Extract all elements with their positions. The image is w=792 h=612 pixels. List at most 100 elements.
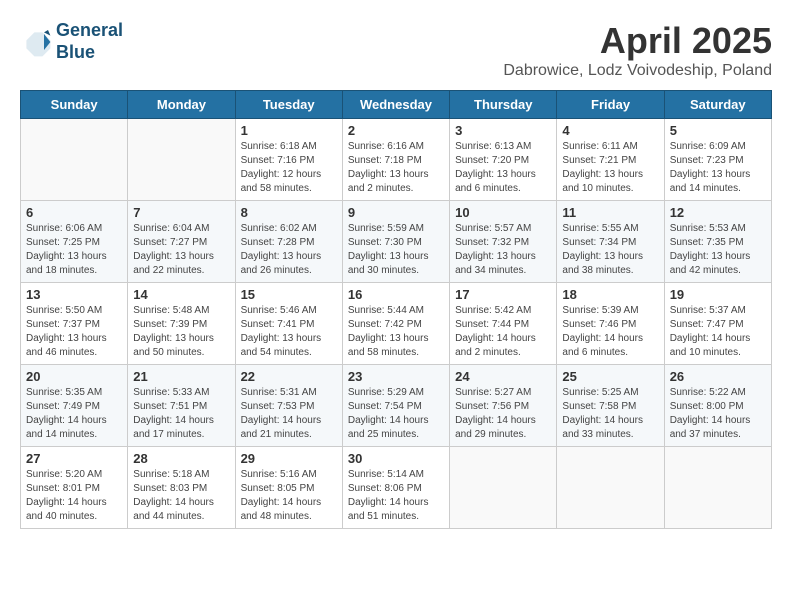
day-info: Sunrise: 5:18 AMSunset: 8:03 PMDaylight:… (133, 468, 229, 524)
day-info: Sunrise: 6:16 AMSunset: 7:18 PMDaylight:… (348, 140, 444, 196)
header-cell-friday: Friday (557, 91, 664, 119)
day-number: 26 (670, 369, 766, 384)
day-info: Sunrise: 5:46 AMSunset: 7:41 PMDaylight:… (241, 304, 337, 360)
week-row-4: 20Sunrise: 5:35 AMSunset: 7:49 PMDayligh… (21, 365, 772, 447)
day-info: Sunrise: 5:59 AMSunset: 7:30 PMDaylight:… (348, 222, 444, 278)
header-cell-saturday: Saturday (664, 91, 771, 119)
day-cell: 23 Sunrise: 5:29 AMSunset: 7:54 PMDayligh… (342, 365, 449, 447)
day-cell: 7 Sunrise: 6:04 AMSunset: 7:27 PMDaylight… (128, 201, 235, 283)
day-number: 21 (133, 369, 229, 384)
day-number: 1 (241, 123, 337, 138)
day-cell (21, 119, 128, 201)
day-cell (450, 447, 557, 529)
day-number: 25 (562, 369, 658, 384)
day-info: Sunrise: 5:50 AMSunset: 7:37 PMDaylight:… (26, 304, 122, 360)
day-number: 5 (670, 123, 766, 138)
header-cell-thursday: Thursday (450, 91, 557, 119)
day-number: 19 (670, 287, 766, 302)
day-cell: 16 Sunrise: 5:44 AMSunset: 7:42 PMDayligh… (342, 283, 449, 365)
day-cell: 28Sunrise: 5:18 AMSunset: 8:03 PMDayligh… (128, 447, 235, 529)
logo-line1: General (56, 20, 123, 40)
day-info: Sunrise: 5:53 AMSunset: 7:35 PMDaylight:… (670, 222, 766, 278)
day-cell: 1 Sunrise: 6:18 AMSunset: 7:16 PMDaylight… (235, 119, 342, 201)
day-number: 12 (670, 205, 766, 220)
page-header: General Blue April 2025 Dabrowice, Lodz … (20, 20, 772, 80)
day-number: 22 (241, 369, 337, 384)
day-number: 10 (455, 205, 551, 220)
day-number: 2 (348, 123, 444, 138)
day-info: Sunrise: 6:02 AMSunset: 7:28 PMDaylight:… (241, 222, 337, 278)
calendar-header: SundayMondayTuesdayWednesdayThursdayFrid… (21, 91, 772, 119)
day-cell (664, 447, 771, 529)
title-block: April 2025 Dabrowice, Lodz Voivodeship, … (503, 20, 772, 80)
day-info: Sunrise: 6:06 AMSunset: 7:25 PMDaylight:… (26, 222, 122, 278)
logo: General Blue (20, 20, 123, 63)
day-cell: 27 Sunrise: 5:20 AMSunset: 8:01 PMDayligh… (21, 447, 128, 529)
day-cell: 4 Sunrise: 6:11 AMSunset: 7:21 PMDaylight… (557, 119, 664, 201)
day-number: 13 (26, 287, 122, 302)
day-cell: 9 Sunrise: 5:59 AMSunset: 7:30 PMDaylight… (342, 201, 449, 283)
day-info: Sunrise: 5:57 AMSunset: 7:32 PMDaylight:… (455, 222, 551, 278)
logo-line2: Blue (56, 42, 95, 62)
header-row: SundayMondayTuesdayWednesdayThursdayFrid… (21, 91, 772, 119)
day-number: 6 (26, 205, 122, 220)
day-cell: 30Sunrise: 5:14 AMSunset: 8:06 PMDayligh… (342, 447, 449, 529)
day-cell: 17 Sunrise: 5:42 AMSunset: 7:44 PMDayligh… (450, 283, 557, 365)
day-cell: 15 Sunrise: 5:46 AMSunset: 7:41 PMDayligh… (235, 283, 342, 365)
week-row-2: 6 Sunrise: 6:06 AMSunset: 7:25 PMDaylight… (21, 201, 772, 283)
day-number: 9 (348, 205, 444, 220)
day-number: 3 (455, 123, 551, 138)
day-info: Sunrise: 5:31 AMSunset: 7:53 PMDaylight:… (241, 386, 337, 442)
day-number: 27 (26, 451, 122, 466)
day-cell (128, 119, 235, 201)
day-cell: 12 Sunrise: 5:53 AMSunset: 7:35 PMDayligh… (664, 201, 771, 283)
day-info: Sunrise: 5:29 AMSunset: 7:54 PMDaylight:… (348, 386, 444, 442)
day-cell: 5 Sunrise: 6:09 AMSunset: 7:23 PMDaylight… (664, 119, 771, 201)
day-info: Sunrise: 5:33 AMSunset: 7:51 PMDaylight:… (133, 386, 229, 442)
day-cell: 29 Sunrise: 5:16 AMSunset: 8:05 PMDayligh… (235, 447, 342, 529)
day-info: Sunrise: 5:20 AMSunset: 8:01 PMDaylight:… (26, 468, 122, 524)
day-cell: 6 Sunrise: 6:06 AMSunset: 7:25 PMDaylight… (21, 201, 128, 283)
day-number: 18 (562, 287, 658, 302)
header-cell-tuesday: Tuesday (235, 91, 342, 119)
day-number: 11 (562, 205, 658, 220)
day-cell: 22 Sunrise: 5:31 AMSunset: 7:53 PMDayligh… (235, 365, 342, 447)
day-cell (557, 447, 664, 529)
day-number: 24 (455, 369, 551, 384)
day-info: Sunrise: 5:44 AMSunset: 7:42 PMDaylight:… (348, 304, 444, 360)
day-info: Sunrise: 6:09 AMSunset: 7:23 PMDaylight:… (670, 140, 766, 196)
logo-text: General Blue (56, 20, 123, 63)
header-cell-wednesday: Wednesday (342, 91, 449, 119)
day-info: Sunrise: 6:04 AMSunset: 7:27 PMDaylight:… (133, 222, 229, 278)
day-info: Sunrise: 6:13 AMSunset: 7:20 PMDaylight:… (455, 140, 551, 196)
day-number: 23 (348, 369, 444, 384)
day-info: Sunrise: 5:27 AMSunset: 7:56 PMDaylight:… (455, 386, 551, 442)
day-info: Sunrise: 5:25 AMSunset: 7:58 PMDaylight:… (562, 386, 658, 442)
day-info: Sunrise: 5:42 AMSunset: 7:44 PMDaylight:… (455, 304, 551, 360)
day-cell: 13 Sunrise: 5:50 AMSunset: 7:37 PMDayligh… (21, 283, 128, 365)
day-info: Sunrise: 6:18 AMSunset: 7:16 PMDaylight:… (241, 140, 337, 196)
month-title: April 2025 (503, 20, 772, 62)
day-number: 15 (241, 287, 337, 302)
week-row-5: 27 Sunrise: 5:20 AMSunset: 8:01 PMDayligh… (21, 447, 772, 529)
day-number: 7 (133, 205, 229, 220)
day-cell: 25 Sunrise: 5:25 AMSunset: 7:58 PMDayligh… (557, 365, 664, 447)
day-info: Sunrise: 5:14 AMSunset: 8:06 PMDaylight:… (348, 468, 444, 524)
day-number: 16 (348, 287, 444, 302)
day-cell: 21 Sunrise: 5:33 AMSunset: 7:51 PMDayligh… (128, 365, 235, 447)
week-row-1: 1 Sunrise: 6:18 AMSunset: 7:16 PMDaylight… (21, 119, 772, 201)
day-info: Sunrise: 6:11 AMSunset: 7:21 PMDaylight:… (562, 140, 658, 196)
header-cell-monday: Monday (128, 91, 235, 119)
logo-icon (20, 26, 52, 58)
day-number: 4 (562, 123, 658, 138)
calendar-table: SundayMondayTuesdayWednesdayThursdayFrid… (20, 90, 772, 529)
day-number: 17 (455, 287, 551, 302)
day-number: 14 (133, 287, 229, 302)
day-number: 29 (241, 451, 337, 466)
day-cell: 20Sunrise: 5:35 AMSunset: 7:49 PMDayligh… (21, 365, 128, 447)
day-number: 20 (26, 369, 122, 384)
day-info: Sunrise: 5:16 AMSunset: 8:05 PMDaylight:… (241, 468, 337, 524)
day-cell: 19Sunrise: 5:37 AMSunset: 7:47 PMDayligh… (664, 283, 771, 365)
day-info: Sunrise: 5:39 AMSunset: 7:46 PMDaylight:… (562, 304, 658, 360)
header-cell-sunday: Sunday (21, 91, 128, 119)
